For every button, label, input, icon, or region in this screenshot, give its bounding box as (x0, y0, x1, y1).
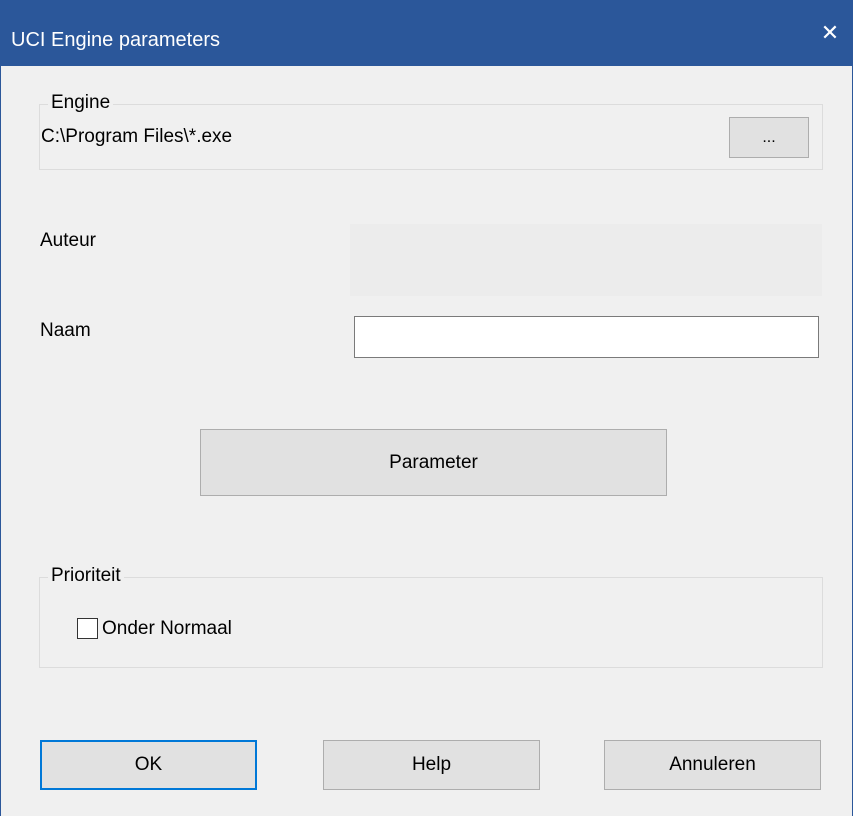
engine-group: Engine C:\Program Files\*.exe ... (39, 92, 823, 170)
priority-group: Prioriteit Onder Normaal (39, 565, 823, 668)
priority-group-label: Prioriteit (48, 565, 124, 587)
onder-normaal-label[interactable]: Onder Normaal (102, 618, 232, 640)
engine-group-label: Engine (48, 92, 114, 114)
cancel-button[interactable]: Annuleren (604, 740, 821, 790)
help-button[interactable]: Help (323, 740, 540, 790)
browse-engine-button[interactable]: ... (729, 117, 809, 158)
auteur-value (350, 224, 822, 296)
onder-normaal-checkbox[interactable] (77, 618, 98, 639)
ok-button[interactable]: OK (40, 740, 257, 790)
parameter-button[interactable]: Parameter (200, 429, 667, 496)
dialog-window: UCI Engine parameters ✕ Engine C:\Progra… (0, 0, 853, 816)
window-title: UCI Engine parameters (11, 29, 220, 51)
naam-input[interactable] (354, 316, 819, 358)
close-icon[interactable]: ✕ (808, 15, 852, 51)
engine-path: C:\Program Files\*.exe (41, 126, 233, 147)
auteur-label: Auteur (40, 230, 96, 251)
title-bar[interactable]: UCI Engine parameters ✕ (1, 0, 852, 66)
naam-label: Naam (40, 320, 91, 341)
